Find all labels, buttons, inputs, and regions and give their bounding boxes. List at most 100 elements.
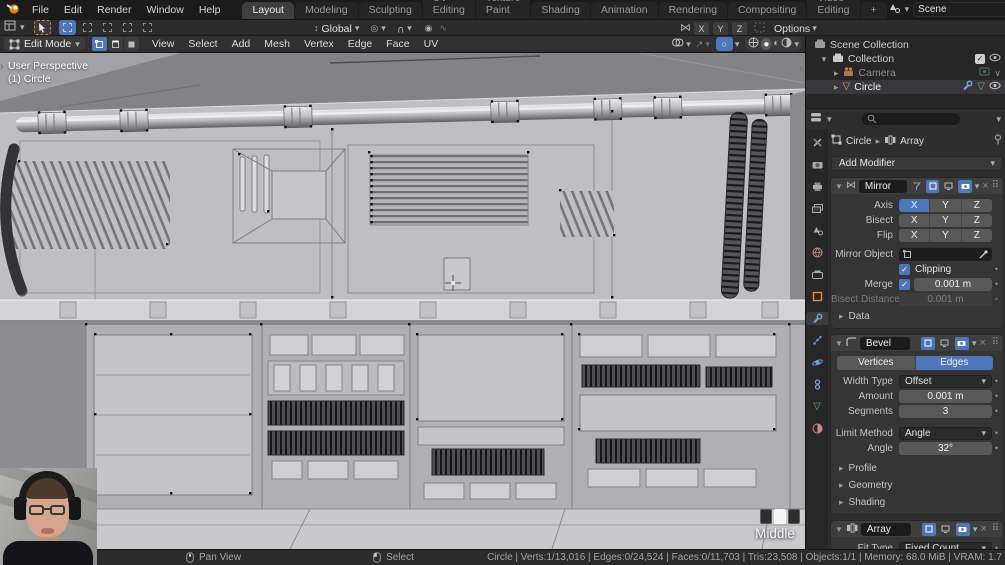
- tab-output-icon[interactable]: [807, 180, 827, 193]
- edit-mode-toggle[interactable]: [926, 180, 939, 193]
- vertex-select-button[interactable]: [92, 37, 107, 51]
- tab-particles-icon[interactable]: [807, 334, 827, 347]
- mirror-axis-x-button[interactable]: X: [899, 199, 930, 212]
- collection-checkbox[interactable]: [975, 54, 985, 64]
- menu-vertex[interactable]: Vertex: [298, 37, 340, 51]
- merge-value-field[interactable]: 0.001 m: [914, 278, 992, 291]
- menu-add[interactable]: Add: [226, 37, 257, 51]
- xray-chevron-icon[interactable]: [735, 40, 740, 49]
- geometry-subpanel-header[interactable]: Geometry: [831, 478, 1003, 492]
- pivot-chevron-icon[interactable]: [381, 24, 386, 33]
- proportional-falloff-icon[interactable]: [440, 24, 448, 33]
- outliner-row-camera[interactable]: Camera: [806, 66, 1005, 80]
- menu-uv[interactable]: UV: [418, 37, 445, 51]
- mirror-name-field[interactable]: Mirror: [859, 180, 907, 193]
- drag-handle-icon[interactable]: [992, 338, 999, 348]
- shading-solid-icon[interactable]: [761, 38, 771, 50]
- tab-modeling[interactable]: Modeling: [295, 2, 358, 19]
- outliner-row-collection[interactable]: Collection: [806, 52, 1005, 66]
- limit-method-dropdown[interactable]: Angle: [899, 427, 992, 440]
- tab-object-data-icon[interactable]: [807, 400, 827, 413]
- expand-icon[interactable]: [820, 55, 828, 64]
- merge-checkbox[interactable]: [899, 279, 910, 290]
- eye-icon[interactable]: [989, 81, 1001, 93]
- menu-window[interactable]: Window: [139, 3, 190, 17]
- outliner-row-scene-collection[interactable]: Scene Collection: [806, 38, 1005, 52]
- tab-render-icon[interactable]: [807, 158, 827, 171]
- tab-constraints-icon[interactable]: [807, 378, 827, 391]
- show-gizmo-icon[interactable]: [696, 40, 704, 49]
- panel-expand-icon[interactable]: [835, 525, 843, 534]
- active-tool-tweak-button[interactable]: [34, 20, 51, 35]
- realtime-toggle[interactable]: [942, 180, 955, 193]
- properties-editor-chevron-icon[interactable]: [827, 115, 832, 124]
- mirror-axis-y-button[interactable]: Y: [930, 199, 961, 212]
- array-panel-header[interactable]: Array: [831, 521, 1003, 537]
- menu-help[interactable]: Help: [192, 3, 228, 17]
- options-chevron-icon[interactable]: [812, 24, 817, 33]
- options-dropdown[interactable]: Options: [774, 23, 810, 35]
- menu-select[interactable]: Select: [182, 37, 223, 51]
- toolbar-expand-icon[interactable]: ›: [0, 61, 4, 73]
- show-overlays-icon[interactable]: [671, 37, 684, 51]
- fit-type-dropdown[interactable]: Fixed Count: [899, 542, 992, 549]
- pivot-point-icon[interactable]: [370, 24, 378, 33]
- eye-icon[interactable]: [989, 53, 1001, 65]
- tab-rendering[interactable]: Rendering: [659, 2, 727, 19]
- delete-modifier-icon[interactable]: [982, 181, 988, 192]
- breadcrumb-modifier[interactable]: Array: [900, 136, 924, 147]
- data-subpanel-header[interactable]: Data: [831, 309, 1003, 323]
- delete-modifier-icon[interactable]: [980, 524, 986, 535]
- eye-closed-icon[interactable]: [994, 69, 1001, 78]
- menu-file[interactable]: File: [25, 3, 56, 17]
- bisect-z-button[interactable]: Z: [962, 214, 992, 227]
- shading-subpanel-header[interactable]: Shading: [831, 495, 1003, 509]
- tab-layout[interactable]: Layout: [242, 2, 294, 19]
- segments-field[interactable]: 3: [899, 405, 992, 418]
- properties-editor-icon[interactable]: [810, 112, 823, 126]
- snap-chevron-icon[interactable]: [407, 24, 412, 33]
- tab-material-icon[interactable]: [807, 422, 827, 435]
- sidebar-collapse-icon[interactable]: ‹: [799, 63, 803, 75]
- viewport-3d[interactable]: User Perspective (1) Circle ‹ › Middle: [0, 53, 805, 549]
- shading-rendered-icon[interactable]: [781, 37, 792, 51]
- realtime-toggle[interactable]: [939, 523, 953, 536]
- bisect-y-button[interactable]: Y: [930, 214, 961, 227]
- bevel-name-field[interactable]: Bevel: [860, 337, 910, 350]
- symmetry-z-button[interactable]: Z: [732, 22, 747, 35]
- menu-render[interactable]: Render: [90, 3, 138, 17]
- tab-tool-icon[interactable]: [807, 136, 827, 149]
- properties-options-chevron-icon[interactable]: [996, 115, 1001, 124]
- extras-chevron-icon[interactable]: [972, 339, 977, 348]
- tab-compositing[interactable]: Compositing: [728, 2, 806, 19]
- overlays-chevron-icon[interactable]: [686, 40, 691, 49]
- gizmo-chevron-icon[interactable]: [705, 40, 710, 49]
- flip-x-button[interactable]: X: [899, 229, 930, 242]
- tab-object-icon[interactable]: [807, 290, 827, 303]
- drag-handle-icon[interactable]: [992, 524, 999, 534]
- clipping-checkbox[interactable]: [899, 264, 910, 275]
- select-mode-new-button[interactable]: [59, 20, 76, 35]
- snap-magnet-icon[interactable]: [397, 24, 404, 34]
- menu-face[interactable]: Face: [380, 37, 415, 51]
- bevel-vertices-button[interactable]: Vertices: [837, 356, 916, 370]
- tab-physics-icon[interactable]: [807, 356, 827, 369]
- xray-toggle-icon[interactable]: [716, 37, 733, 51]
- collapse-icon[interactable]: [834, 69, 839, 78]
- orientation-chevron-icon[interactable]: [355, 24, 360, 33]
- select-mode-subtract-button[interactable]: [99, 20, 116, 35]
- shading-material-icon[interactable]: [773, 39, 779, 49]
- tab-view-layer-icon[interactable]: [807, 202, 827, 215]
- extras-chevron-icon[interactable]: [973, 525, 978, 534]
- scene-browse-chevron-icon[interactable]: [905, 5, 910, 14]
- render-toggle[interactable]: [958, 180, 971, 193]
- angle-field[interactable]: 32°: [899, 442, 992, 455]
- profile-subpanel-header[interactable]: Profile: [831, 461, 1003, 475]
- scene-icon[interactable]: [888, 3, 901, 17]
- amount-field[interactable]: 0.001 m: [899, 390, 992, 403]
- outliner-row-circle[interactable]: Circle: [806, 80, 1005, 94]
- extras-chevron-icon[interactable]: [975, 182, 980, 191]
- tab-scene-icon[interactable]: [807, 224, 827, 237]
- bisect-x-button[interactable]: X: [899, 214, 930, 227]
- tab-video-editing[interactable]: Video Editing: [807, 0, 859, 19]
